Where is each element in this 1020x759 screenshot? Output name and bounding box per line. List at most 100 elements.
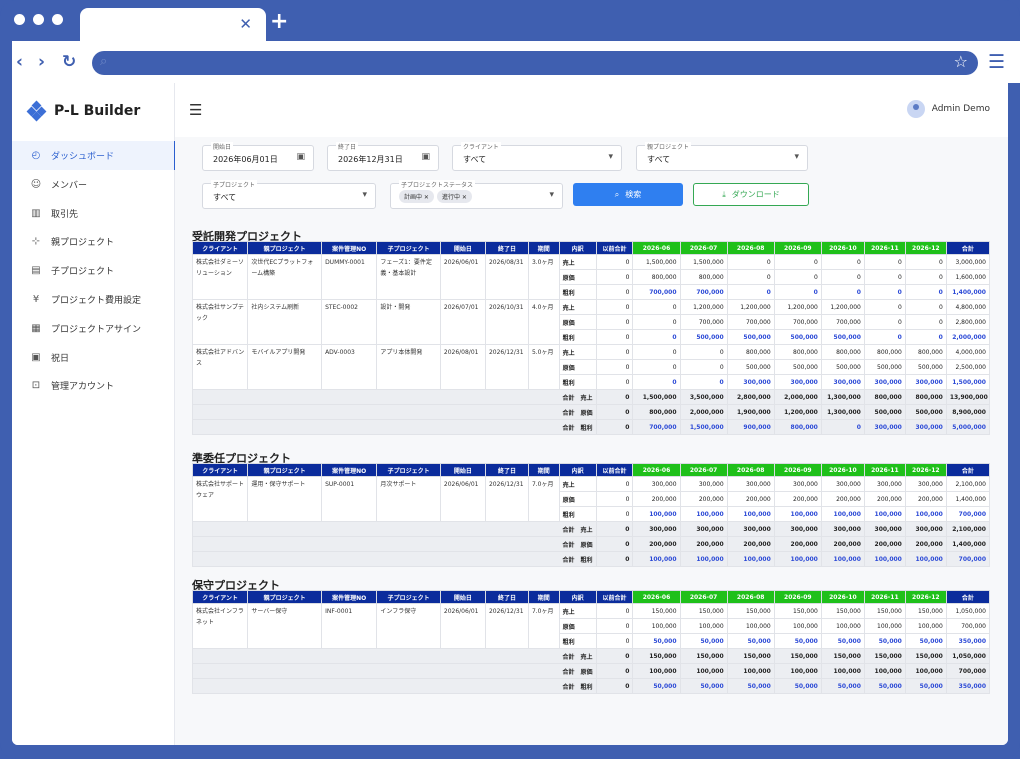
total-label: 合計 粗利 xyxy=(192,678,597,694)
sidebar-item[interactable]: ▥ 取引先 xyxy=(12,199,174,228)
total-value-cell: 0 xyxy=(595,678,634,694)
value-cell: 300,000 xyxy=(726,374,775,390)
sidebar-item-label: プロジェクトアサイン xyxy=(51,324,142,335)
menu-toggle-icon[interactable]: ☰ xyxy=(189,101,202,119)
value-cell: 100,000 xyxy=(726,618,775,634)
value-cell: 800,000 xyxy=(820,344,865,360)
child-project-select[interactable]: 子プロジェクト すべて ▾ xyxy=(202,180,376,209)
status-multiselect[interactable]: 子プロジェクトステータス 計画中 ✕ 進行中 ✕ ▾ xyxy=(390,180,563,209)
client-value: すべて xyxy=(463,155,487,164)
calendar-icon[interactable]: ▣ xyxy=(421,152,430,162)
value-cell: 100,000 xyxy=(863,506,906,522)
total-value-cell: 100,000 xyxy=(679,663,728,679)
total-value-cell: 0 xyxy=(595,551,634,567)
value-cell: 0 xyxy=(904,329,947,345)
value-cell: 0 xyxy=(863,269,906,285)
client-select[interactable]: クライアント すべて ▾ xyxy=(452,142,622,171)
address-bar[interactable]: ⌕ ☆ xyxy=(92,51,978,75)
bookmark-star-icon[interactable]: ☆ xyxy=(954,52,968,71)
browser-menu-icon[interactable]: ☰ xyxy=(988,51,1005,73)
value-cell: 300,000 xyxy=(863,374,906,390)
value-cell: 150,000 xyxy=(632,603,681,619)
value-cell: 0 xyxy=(904,284,947,300)
column-header: 期間 xyxy=(527,463,560,477)
value-cell: 150,000 xyxy=(820,603,865,619)
column-header: 親プロジェクト xyxy=(247,463,323,477)
close-tab-icon[interactable]: ✕ xyxy=(239,15,252,33)
total-value-cell: 200,000 xyxy=(773,536,822,552)
total-value-cell: 800,000 xyxy=(904,389,947,405)
end-date-field[interactable]: 終了日 2026年12月31日 ▣ xyxy=(327,142,439,171)
total-value-cell: 150,000 xyxy=(632,648,681,664)
sidebar-item[interactable]: ¥ プロジェクト費用設定 xyxy=(12,285,174,314)
sidebar-item[interactable]: ▦ プロジェクトアサイン xyxy=(12,314,174,343)
chevron-down-icon: ▾ xyxy=(608,152,613,162)
value-cell: 100,000 xyxy=(820,506,865,522)
project-info-cell: 株式会社アドバンス xyxy=(191,344,249,390)
value-cell: 150,000 xyxy=(863,603,906,619)
column-header: 2026-08 xyxy=(726,590,775,604)
total-value-cell: 1,050,000 xyxy=(945,648,991,664)
value-cell: 200,000 xyxy=(863,491,906,507)
window-dot[interactable] xyxy=(52,14,63,25)
value-cell: 1,400,000 xyxy=(945,491,991,507)
status-chip[interactable]: 計画中 ✕ xyxy=(399,190,434,203)
total-value-cell: 0 xyxy=(595,419,634,435)
value-cell: 0 xyxy=(863,314,906,330)
value-cell: 500,000 xyxy=(773,329,822,345)
status-chip[interactable]: 進行中 ✕ xyxy=(436,190,472,203)
sidebar-item[interactable]: ☺ メンバー xyxy=(12,170,174,199)
column-header: 2026-12 xyxy=(904,590,947,604)
total-value-cell: 0 xyxy=(595,663,634,679)
forward-icon[interactable]: › xyxy=(38,52,45,72)
value-cell: 0 xyxy=(863,284,906,300)
column-header: 合計 xyxy=(945,590,991,604)
download-icon: ⤓ xyxy=(722,189,726,199)
value-cell: 0 xyxy=(595,491,634,507)
start-date-field[interactable]: 開始日 2026年06月01日 ▣ xyxy=(202,142,314,171)
brand[interactable]: P-L Builder xyxy=(26,100,140,122)
column-header: 子プロジェクト xyxy=(376,241,441,255)
user-menu[interactable]: Admin Demo xyxy=(906,100,990,118)
project-info-cell: 2026/08/01 xyxy=(439,344,486,390)
total-label: 合計 粗利 xyxy=(192,551,597,567)
calendar-icon[interactable]: ▣ xyxy=(296,152,305,162)
sidebar-item[interactable]: ⊹ 親プロジェクト xyxy=(12,227,174,256)
reload-icon[interactable]: ↻ xyxy=(62,52,76,72)
value-cell: 150,000 xyxy=(773,603,822,619)
total-label: 合計 原価 xyxy=(192,536,597,552)
new-tab-icon[interactable]: + xyxy=(270,9,288,34)
back-icon[interactable]: ‹ xyxy=(16,52,23,72)
column-header: 案件管理NO xyxy=(321,590,378,604)
value-cell: 0 xyxy=(595,633,634,649)
sidebar-item[interactable]: ⊡ 管理アカウント xyxy=(12,371,174,400)
breakdown-cell: 粗利 xyxy=(558,506,597,522)
project-info-cell: 2026/06/01 xyxy=(439,603,486,649)
sidebar-item[interactable]: ▣ 祝日 xyxy=(12,343,174,372)
parent-project-select[interactable]: 親プロジェクト すべて ▾ xyxy=(636,142,808,171)
value-cell: 100,000 xyxy=(679,618,728,634)
chevron-down-icon: ▾ xyxy=(794,152,799,162)
window-dot[interactable] xyxy=(14,14,25,25)
window-dot[interactable] xyxy=(33,14,44,25)
project-info-cell: 社内システム刷新 xyxy=(247,299,323,345)
value-cell: 800,000 xyxy=(679,269,728,285)
breakdown-cell: 売上 xyxy=(558,344,597,360)
sidebar-item[interactable]: ◴ ダッシュボード xyxy=(12,141,176,170)
value-cell: 0 xyxy=(863,299,906,315)
column-header: 以前合計 xyxy=(595,590,634,604)
search-button[interactable]: ⌕ 検索 xyxy=(573,183,683,206)
value-cell: 0 xyxy=(595,359,634,375)
column-header: 2026-06 xyxy=(632,463,681,477)
value-cell: 2,100,000 xyxy=(945,476,991,492)
value-cell: 1,500,000 xyxy=(632,254,681,270)
sidebar-item[interactable]: ▤ 子プロジェクト xyxy=(12,256,174,285)
total-value-cell: 150,000 xyxy=(679,648,728,664)
value-cell: 0 xyxy=(632,314,681,330)
total-value-cell: 800,000 xyxy=(632,404,681,420)
value-cell: 0 xyxy=(595,329,634,345)
value-cell: 700,000 xyxy=(820,314,865,330)
download-button[interactable]: ⤓ ダウンロード xyxy=(693,183,809,206)
browser-tab[interactable]: ✕ xyxy=(80,8,266,41)
total-value-cell: 150,000 xyxy=(773,648,822,664)
